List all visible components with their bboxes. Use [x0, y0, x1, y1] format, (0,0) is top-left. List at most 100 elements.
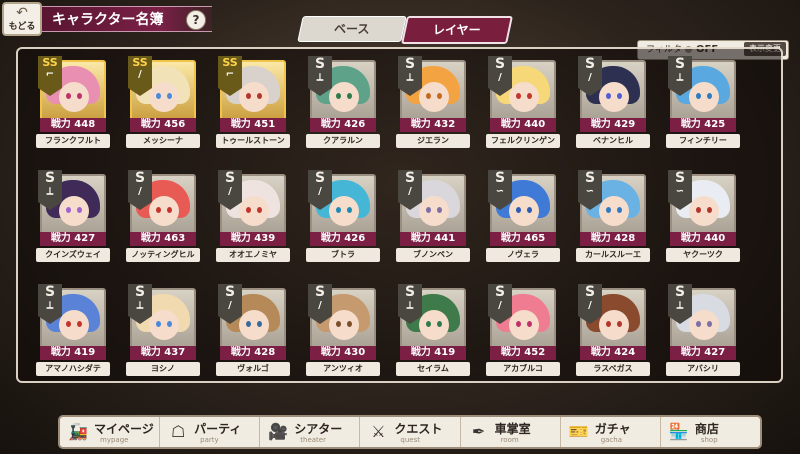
rank-label: S: [494, 284, 506, 300]
nav-sublabel: shop: [700, 436, 718, 444]
character-card[interactable]: S ∽ 戦力 428 カールスルーエ: [566, 170, 650, 273]
character-card[interactable]: S / 戦力 440 フェルクリンゲン: [476, 56, 560, 159]
rank-label: S: [584, 170, 596, 186]
power-label: 戦力 426: [310, 232, 376, 246]
power-label: 戦力 432: [400, 118, 466, 132]
portrait-eye: [696, 207, 701, 213]
rank-badge: S ⟂: [668, 56, 692, 96]
character-card[interactable]: S / 戦力 441 ブノンペン: [386, 170, 470, 273]
rank-badge: S /: [578, 56, 602, 96]
power-label: 戦力 448: [40, 118, 106, 132]
portrait-eye: [336, 207, 341, 213]
power-label: 戦力 465: [490, 232, 556, 246]
character-name: ラスベガス: [576, 362, 650, 376]
portrait-eye: [336, 93, 341, 99]
character-card[interactable]: S / 戦力 428 ヴォルゴ: [206, 284, 290, 387]
character-name: フランクフルト: [36, 134, 110, 148]
portrait-face: [509, 310, 539, 340]
nav-item-theater[interactable]: 🎥 シアター theater: [260, 417, 361, 447]
nav-item-gacha[interactable]: 🎫 ガチャ gacha: [561, 417, 661, 447]
nav-label: パーティ: [194, 422, 242, 436]
tab-layer[interactable]: レイヤー: [401, 16, 513, 44]
nav-item-shop[interactable]: 🏪 商店 shop: [661, 417, 760, 447]
nav-item-quest[interactable]: ⚔ クエスト quest: [360, 417, 461, 447]
rank-badge: SS ⌐: [218, 56, 242, 96]
nav-sublabel: gacha: [600, 436, 623, 444]
rank-badge: S ⟂: [38, 170, 62, 210]
portrait-face: [239, 82, 269, 112]
nav-item-party[interactable]: ☖ パーティ party: [160, 417, 261, 447]
character-card[interactable]: S / 戦力 426 ブトラ: [296, 170, 380, 273]
character-card[interactable]: S / 戦力 452 アカブルコ: [476, 284, 560, 387]
character-card[interactable]: S ⟂ 戦力 437 ヨシノ: [116, 284, 200, 387]
shop-icon: 🏪: [668, 422, 689, 441]
portrait-eye: [167, 321, 172, 327]
portrait-eye: [77, 321, 82, 327]
character-card[interactable]: SS ⌐ 戦力 448 フランクフルト: [26, 56, 110, 159]
rank-badge: S /: [398, 170, 422, 210]
nav-item-room[interactable]: ✒ 車掌室 room: [461, 417, 561, 447]
character-card[interactable]: S ⟂ 戦力 419 セイラム: [386, 284, 470, 387]
character-name: ヨシノ: [126, 362, 200, 376]
power-label: 戦力 427: [40, 232, 106, 246]
character-card[interactable]: S ⟂ 戦力 419 アマノハシダテ: [26, 284, 110, 387]
power-label: 戦力 424: [580, 346, 646, 360]
power-label: 戦力 439: [220, 232, 286, 246]
character-name: ノヴェラ: [486, 248, 560, 262]
portrait-face: [599, 82, 629, 112]
character-card[interactable]: S ⟂ 戦力 427 アバシリ: [656, 284, 740, 387]
character-card[interactable]: S ⟂ 戦力 432 ジエラン: [386, 56, 470, 159]
character-grid: SS ⌐ 戦力 448 フランクフルト SS / 戦力 456 メッシーナ SS ⌐ 戦力 451 ト…: [26, 56, 776, 376]
character-card[interactable]: S ⟂ 戦力 427 クインズウェイ: [26, 170, 110, 273]
character-card[interactable]: S / 戦力 439 オオエノミヤ: [206, 170, 290, 273]
portrait-face: [419, 196, 449, 226]
portrait-eye: [66, 207, 71, 213]
tab-base[interactable]: ベース: [297, 16, 407, 42]
character-name: メッシーナ: [126, 134, 200, 148]
portrait-eye: [426, 321, 431, 327]
theater-icon: 🎥: [268, 422, 289, 441]
character-name: ベナンヒル: [576, 134, 650, 148]
character-card[interactable]: S ⟂ 戦力 426 クアラルン: [296, 56, 380, 159]
power-label: 戦力 430: [310, 346, 376, 360]
sword-icon: /: [138, 69, 142, 80]
character-card[interactable]: S / 戦力 424 ラスベガス: [566, 284, 650, 387]
nav-item-mypage[interactable]: 🚂 マイページ mypage: [60, 417, 161, 447]
character-card[interactable]: SS / 戦力 456 メッシーナ: [116, 56, 200, 159]
rank-badge: S ⟂: [38, 284, 62, 324]
portrait-eye: [347, 207, 352, 213]
help-icon[interactable]: ?: [186, 10, 206, 30]
portrait-face: [59, 196, 89, 226]
character-card[interactable]: SS ⌐ 戦力 451 トゥールストーン: [206, 56, 290, 159]
portrait-eye: [347, 93, 352, 99]
portrait-eye: [156, 93, 161, 99]
axe-icon: ⟂: [676, 72, 684, 83]
character-card[interactable]: S / 戦力 463 ノッティングヒル: [116, 170, 200, 273]
character-name: トゥールストーン: [216, 134, 290, 148]
portrait-eye: [257, 207, 262, 213]
power-label: 戦力 440: [670, 232, 736, 246]
character-card[interactable]: S ∽ 戦力 465 ノヴェラ: [476, 170, 560, 273]
rank-badge: S /: [128, 170, 152, 210]
back-button[interactable]: ↶ もどる: [2, 2, 42, 36]
rank-badge: S ⟂: [398, 284, 422, 324]
portrait-face: [149, 82, 179, 112]
rank-badge: SS ⌐: [38, 56, 62, 96]
rank-badge: SS /: [128, 56, 152, 96]
rank-label: S: [134, 284, 146, 300]
portrait-eye: [606, 207, 611, 213]
portrait-eye: [257, 93, 262, 99]
character-card[interactable]: S ⟂ 戦力 425 フィンチリー: [656, 56, 740, 159]
rank-label: S: [674, 284, 686, 300]
rank-badge: S ∽: [578, 170, 602, 210]
character-card[interactable]: S / 戦力 429 ベナンヒル: [566, 56, 650, 159]
portrait-face: [59, 82, 89, 112]
rank-badge: S /: [578, 284, 602, 324]
portrait-eye: [516, 321, 521, 327]
portrait-face: [509, 196, 539, 226]
character-card[interactable]: S / 戦力 430 アンツィオ: [296, 284, 380, 387]
pistol-icon: ⌐: [225, 69, 235, 80]
character-card[interactable]: S ∽ 戦力 440 ヤクーツク: [656, 170, 740, 273]
portrait-face: [329, 82, 359, 112]
rank-label: S: [224, 284, 236, 300]
